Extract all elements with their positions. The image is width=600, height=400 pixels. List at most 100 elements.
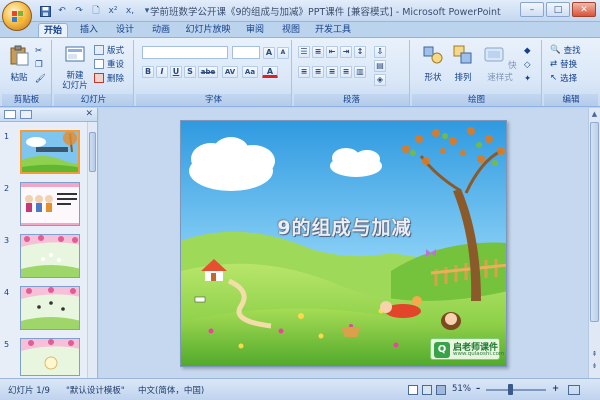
align-center-icon[interactable]: ≡ — [312, 66, 324, 78]
cut-icon[interactable]: ✂ — [35, 46, 42, 56]
superscript-icon[interactable]: x² — [106, 4, 120, 18]
shapes-button[interactable]: 形状 — [420, 44, 446, 83]
tab-animation[interactable]: 动画 — [146, 23, 176, 38]
tab-view[interactable]: 视图 — [276, 23, 306, 38]
align-text-icon[interactable]: ▤ — [374, 60, 386, 72]
increase-indent-icon[interactable]: ⇥ — [340, 46, 352, 58]
editing-label: 编辑 — [544, 94, 598, 106]
format-painter-icon[interactable]: 🖌 — [35, 74, 46, 84]
status-bar: 幻灯片 1/9 "默认设计模板" 中文(简体，中国) 51% – + — [0, 378, 600, 400]
outline-tab-icon[interactable] — [20, 110, 32, 119]
slide-number: 4 — [4, 288, 10, 297]
zoom-slider-handle[interactable] — [508, 384, 513, 395]
shape-outline-icon[interactable]: ◇ — [524, 60, 531, 70]
minimize-button[interactable]: – — [520, 2, 544, 17]
tab-review[interactable]: 审阅 — [240, 23, 270, 38]
columns-icon[interactable]: ▥ — [354, 66, 366, 78]
scrollbar-thumb[interactable] — [89, 132, 96, 172]
slide-thumbnail-3[interactable] — [20, 234, 80, 278]
align-right-icon[interactable]: ≡ — [326, 66, 338, 78]
current-slide[interactable]: 9的组成与加减 Q 启老师课件 www.qulaoshi.com — [180, 120, 507, 367]
save-icon[interactable] — [38, 4, 52, 18]
scrollbar-thumb[interactable] — [590, 122, 599, 322]
strikethrough-button[interactable]: abe — [198, 66, 218, 78]
quick-styles-button[interactable]: 快速样式 — [480, 44, 520, 83]
slideshow-icon[interactable] — [436, 385, 446, 395]
select-button[interactable]: ↖ 选择 — [550, 72, 577, 84]
close-button[interactable]: ✕ — [572, 2, 596, 17]
layout-button[interactable]: 版式 — [94, 44, 124, 56]
underline-button[interactable]: U — [170, 66, 182, 78]
scroll-up-icon[interactable]: ▲ — [590, 110, 599, 120]
paste-button[interactable]: 粘贴 — [8, 44, 30, 83]
group-drawing: 形状 排列 快速样式 ◆ ◇ ✦ 绘图 — [412, 40, 542, 106]
subscript-icon[interactable]: x, — [123, 4, 137, 18]
slide-sorter-icon[interactable] — [422, 385, 432, 395]
tab-slideshow[interactable]: 幻灯片放映 — [182, 23, 234, 38]
delete-slide-button[interactable]: 删除 — [94, 72, 124, 84]
new-document-icon[interactable]: 🗋 — [89, 4, 103, 18]
office-button[interactable] — [2, 1, 32, 31]
zoom-slider[interactable] — [486, 389, 546, 391]
reset-button[interactable]: 重设 — [94, 58, 124, 70]
bold-button[interactable]: B — [142, 66, 154, 78]
new-slide-button[interactable]: 新建 幻灯片 — [60, 44, 90, 91]
decrease-indent-icon[interactable]: ⇤ — [326, 46, 338, 58]
language-status[interactable]: 中文(简体，中国) — [138, 384, 204, 396]
new-slide-icon — [65, 46, 85, 62]
line-spacing-icon[interactable]: ↕ — [354, 46, 366, 58]
bullets-icon[interactable]: ☰ — [298, 46, 310, 58]
zoom-in-icon[interactable]: + — [552, 384, 559, 394]
copy-icon[interactable]: ❐ — [35, 60, 43, 70]
slide-thumbnail-1[interactable] — [20, 130, 80, 174]
slide-number: 1 — [4, 132, 10, 141]
change-case-button[interactable]: Aa — [242, 66, 258, 78]
find-button[interactable]: 🔍 查找 — [550, 44, 581, 56]
maximize-button[interactable]: □ — [546, 2, 570, 17]
slide-thumbnail-4[interactable] — [20, 286, 80, 330]
tab-insert[interactable]: 插入 — [74, 23, 104, 38]
cursor-icon: ↖ — [550, 73, 558, 83]
slides-panel-scrollbar[interactable] — [87, 122, 97, 378]
slide-title-text[interactable]: 9的组成与加减 — [181, 213, 506, 240]
binoculars-icon: 🔍 — [550, 45, 561, 55]
previous-slide-icon[interactable]: ⇞ — [590, 350, 599, 360]
ribbon-tabs: 开始 插入 设计 动画 幻灯片放映 审阅 视图 开发工具 — [0, 22, 600, 38]
group-paragraph: ☰ ≡ ⇤ ⇥ ↕ ⇩ ▤ ◈ ≡ ≡ ≡ ≡ ▥ 段落 — [294, 40, 410, 106]
font-color-button[interactable]: A — [262, 66, 278, 78]
arrange-button[interactable]: 排列 — [450, 44, 476, 83]
main-vertical-scrollbar[interactable]: ▲ ⇞ ⇟ — [588, 108, 600, 378]
normal-view-icon[interactable] — [408, 385, 418, 395]
shape-fill-icon[interactable]: ◆ — [524, 46, 531, 56]
italic-button[interactable]: I — [156, 66, 168, 78]
grow-font-icon[interactable]: A — [263, 47, 275, 59]
next-slide-icon[interactable]: ⇟ — [590, 362, 599, 372]
smartart-icon[interactable]: ◈ — [374, 74, 386, 86]
undo-icon[interactable]: ↶ — [55, 4, 69, 18]
shapes-icon — [423, 46, 443, 64]
slide-thumbnail-5[interactable] — [20, 338, 80, 376]
fit-window-icon[interactable] — [568, 385, 580, 395]
close-panel-icon[interactable]: ✕ — [85, 109, 93, 119]
shadow-button[interactable]: S — [184, 66, 196, 78]
zoom-level[interactable]: 51% — [452, 384, 471, 394]
replace-button[interactable]: ⇄ 替换 — [550, 58, 577, 70]
numbering-icon[interactable]: ≡ — [312, 46, 324, 58]
slides-tab-icon[interactable] — [4, 110, 16, 119]
slide-thumbnail-2[interactable] — [20, 182, 80, 226]
align-left-icon[interactable]: ≡ — [298, 66, 310, 78]
slides-label: 幻灯片 — [54, 94, 133, 106]
char-spacing-button[interactable]: AV — [222, 66, 238, 78]
tab-design[interactable]: 设计 — [110, 23, 140, 38]
shape-effects-icon[interactable]: ✦ — [524, 74, 531, 84]
justify-icon[interactable]: ≡ — [340, 66, 352, 78]
font-size-combobox[interactable] — [232, 46, 260, 59]
zoom-out-icon[interactable]: – — [476, 384, 480, 394]
text-direction-icon[interactable]: ⇩ — [374, 46, 386, 58]
redo-icon[interactable]: ↷ — [72, 4, 86, 18]
font-name-combobox[interactable] — [142, 46, 228, 59]
slide-number: 2 — [4, 184, 10, 193]
tab-home[interactable]: 开始 — [38, 23, 68, 38]
tab-developer[interactable]: 开发工具 — [312, 23, 354, 38]
shrink-font-icon[interactable]: A — [277, 47, 289, 59]
